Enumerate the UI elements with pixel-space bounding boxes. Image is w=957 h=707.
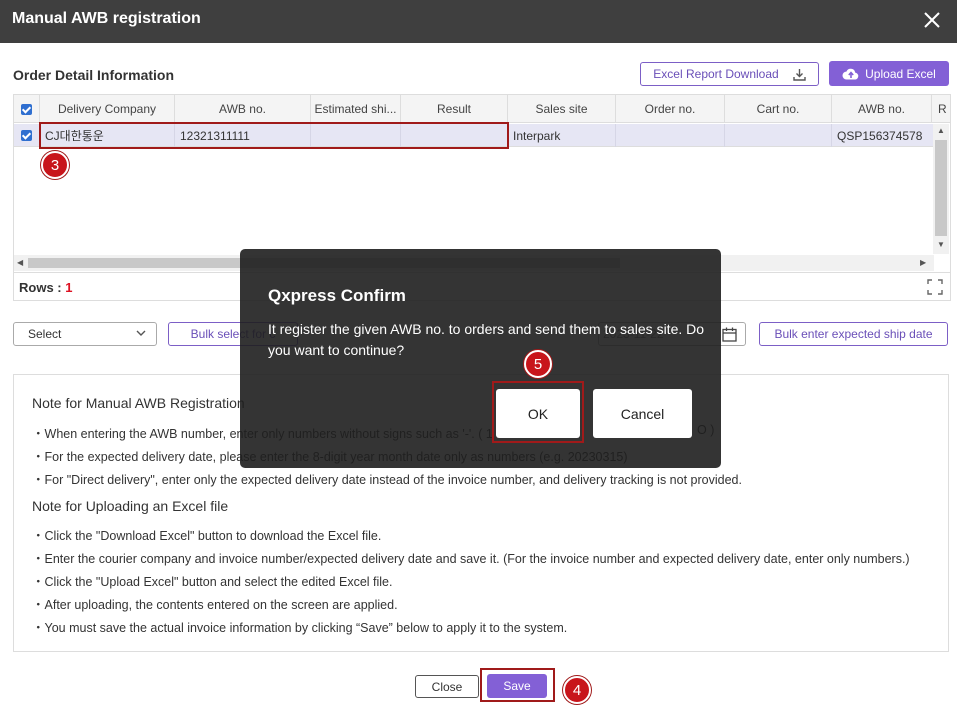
awb-note-3: For "Direct delivery", enter only the ex… xyxy=(44,473,742,487)
order-detail-title: Order Detail Information xyxy=(13,67,175,83)
rows-count-value: 1 xyxy=(65,280,73,295)
excel-report-download-button[interactable]: Excel Report Download xyxy=(640,62,819,86)
scroll-down-icon[interactable]: ▼ xyxy=(937,240,945,249)
highlight-row-box xyxy=(39,122,509,149)
vertical-scroll-thumb[interactable] xyxy=(935,140,947,236)
vertical-scrollbar[interactable]: ▲ ▼ xyxy=(933,124,949,254)
rows-label-text: Rows : xyxy=(19,280,66,295)
scroll-up-icon[interactable]: ▲ xyxy=(937,126,945,135)
cell-awb-no-2: QSP156374578 xyxy=(837,128,923,143)
excel-note-3: Click the "Upload Excel" button and sele… xyxy=(44,575,393,589)
col-awb-no[interactable]: AWB no. xyxy=(175,95,311,123)
highlight-save-box xyxy=(480,668,555,702)
excel-report-download-label: Excel Report Download xyxy=(653,67,779,81)
col-cart-no[interactable]: Cart no. xyxy=(725,95,832,123)
col-order-no[interactable]: Order no. xyxy=(616,95,725,123)
calendar-icon[interactable] xyxy=(722,327,737,342)
list-item: ・You must save the actual invoice inform… xyxy=(32,617,567,636)
awb-note-title: Note for Manual AWB Registration xyxy=(32,395,245,411)
col-delivery-company[interactable]: Delivery Company xyxy=(40,95,175,123)
chevron-down-icon xyxy=(136,330,146,336)
col-sales-site[interactable]: Sales site xyxy=(508,95,616,123)
step-badge-5: 5 xyxy=(524,350,552,378)
bullet: ・ xyxy=(32,450,45,464)
select-all-cell xyxy=(14,95,40,123)
download-icon xyxy=(793,68,806,81)
highlight-ok-box xyxy=(492,381,584,443)
list-item: ・Click the "Download Excel" button to do… xyxy=(32,525,381,544)
upload-excel-label: Upload Excel xyxy=(865,66,936,81)
row-checkbox[interactable] xyxy=(21,130,32,141)
bullet: ・ xyxy=(32,575,45,589)
col-estimated-ship[interactable]: Estimated shi... xyxy=(311,95,401,123)
confirm-dialog: Qxpress Confirm It register the given AW… xyxy=(240,249,721,468)
bullet: ・ xyxy=(32,529,45,543)
step-badge-4: 4 xyxy=(563,676,591,704)
row-checkbox-cell xyxy=(14,124,40,147)
bulk-ship-label: Bulk enter expected ship date xyxy=(774,327,933,341)
bullet: ・ xyxy=(32,621,45,635)
excel-note-4: After uploading, the contents entered on… xyxy=(44,598,398,612)
cloud-upload-icon xyxy=(842,68,859,80)
rows-count-label: Rows : 1 xyxy=(19,280,72,295)
title-bar: Manual AWB registration xyxy=(0,0,957,43)
bullet: ・ xyxy=(32,427,45,441)
bullet: ・ xyxy=(32,552,45,566)
select-value: Select xyxy=(28,327,62,341)
list-item: ・Enter the courier company and invoice n… xyxy=(32,548,910,567)
cancel-button[interactable]: Cancel xyxy=(593,389,692,438)
cell-sales-site: Interpark xyxy=(508,124,616,147)
scroll-right-icon[interactable]: ▶ xyxy=(920,258,926,267)
bullet: ・ xyxy=(32,598,45,612)
grid-header: Delivery Company AWB no. Estimated shi..… xyxy=(14,95,950,123)
step-badge-3: 3 xyxy=(41,151,69,179)
list-item: ・For "Direct delivery", enter only the e… xyxy=(32,469,742,488)
close-button[interactable]: Close xyxy=(415,675,479,698)
upload-excel-button[interactable]: Upload Excel xyxy=(829,61,949,86)
cell-cart-no xyxy=(725,124,832,147)
col-awb-no-2[interactable]: AWB no. xyxy=(832,95,932,123)
scroll-left-icon[interactable]: ◀ xyxy=(17,258,23,267)
dialog-title: Qxpress Confirm xyxy=(268,286,406,305)
list-item: ・Click the "Upload Excel" button and sel… xyxy=(32,571,392,590)
expand-icon[interactable] xyxy=(927,279,943,295)
select-all-checkbox[interactable] xyxy=(21,103,32,115)
cell-order-no xyxy=(616,124,725,147)
excel-note-5: You must save the actual invoice informa… xyxy=(44,621,568,635)
col-result[interactable]: Result xyxy=(401,95,508,123)
close-icon[interactable] xyxy=(921,9,943,31)
bulk-enter-ship-date-button[interactable]: Bulk enter expected ship date xyxy=(759,322,948,346)
list-item: ・After uploading, the contents entered o… xyxy=(32,594,398,613)
col-r[interactable]: R xyxy=(932,95,950,123)
excel-note-2: Enter the courier company and invoice nu… xyxy=(44,552,910,566)
excel-note-title: Note for Uploading an Excel file xyxy=(32,498,229,514)
dialog-message: It register the given AWB no. to orders … xyxy=(268,321,705,358)
bullet: ・ xyxy=(32,473,45,487)
excel-note-1: Click the "Download Excel" button to dow… xyxy=(44,529,382,543)
window-title: Manual AWB registration xyxy=(12,10,201,27)
delivery-company-select[interactable]: Select xyxy=(13,322,157,346)
